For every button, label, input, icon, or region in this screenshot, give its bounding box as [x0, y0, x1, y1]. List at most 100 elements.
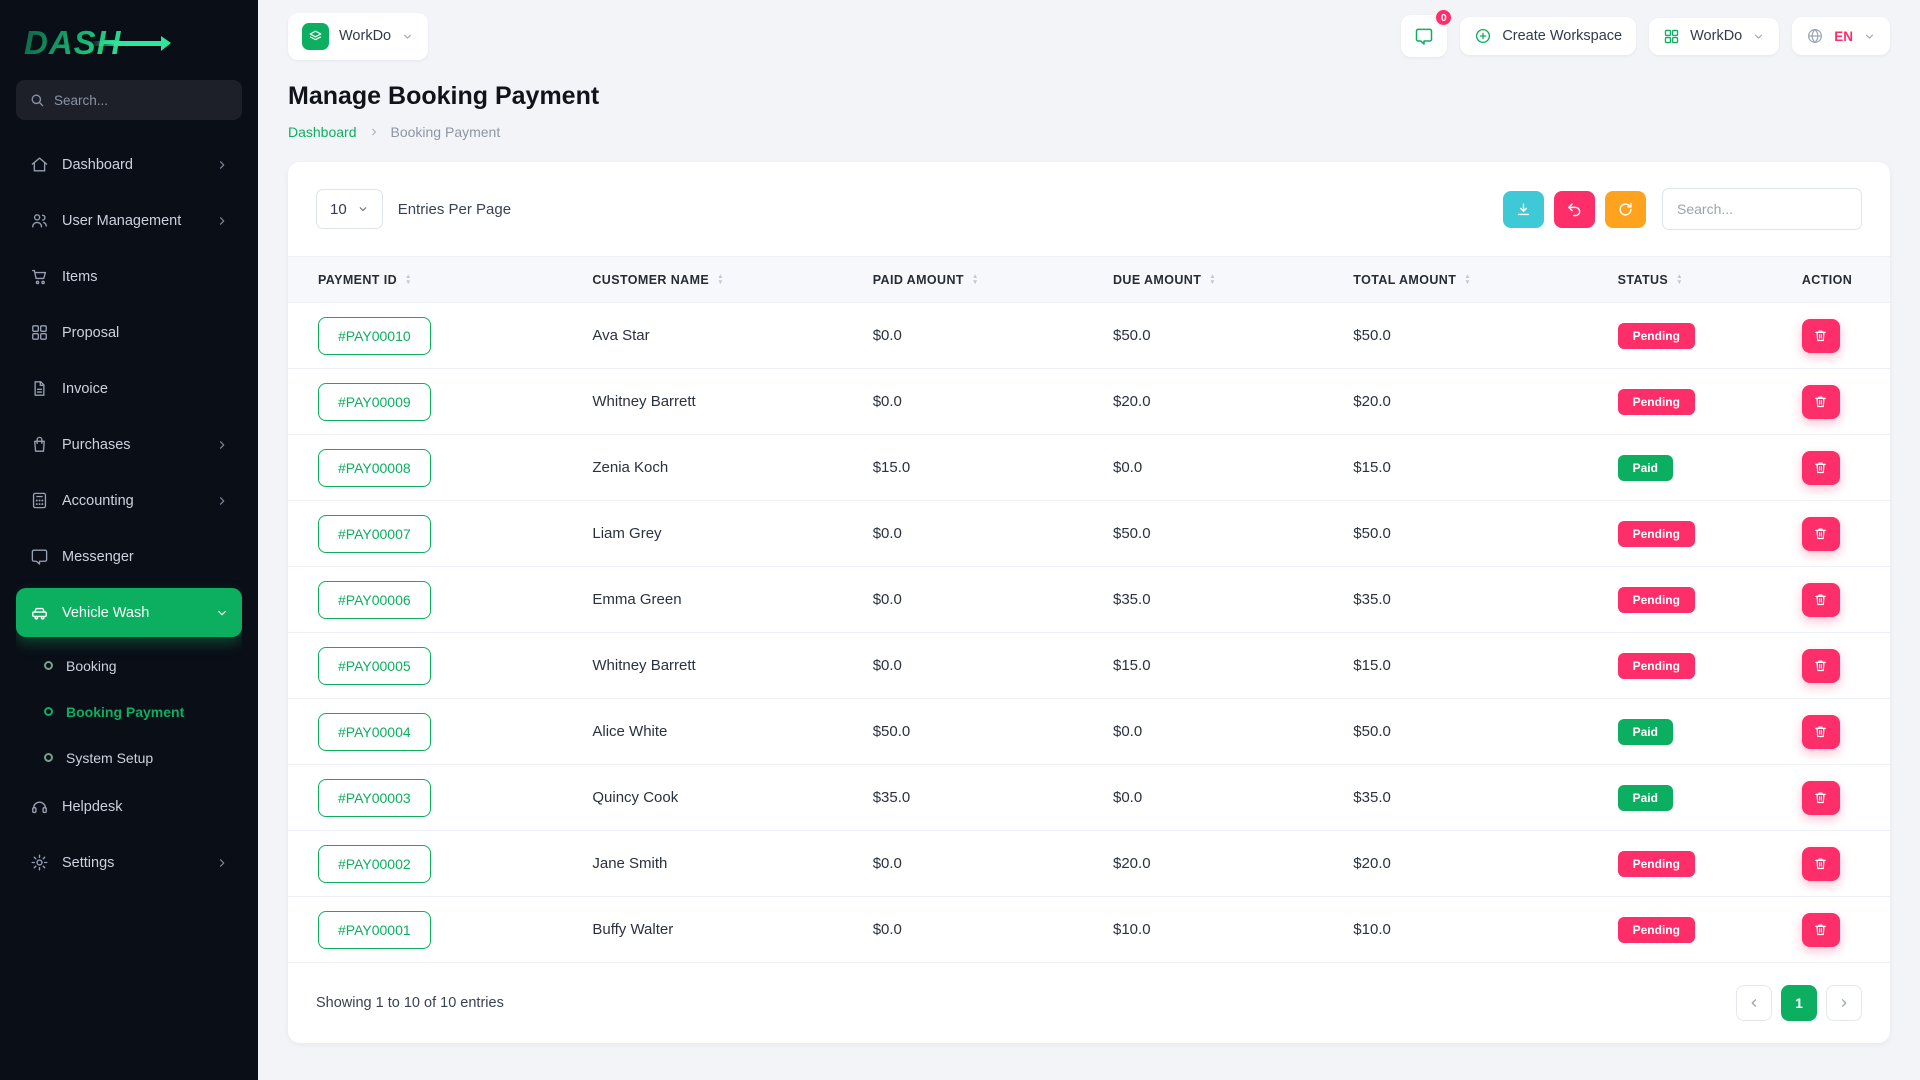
chat-icon — [29, 547, 49, 566]
total-amount-cell: $50.0 — [1337, 699, 1601, 765]
column-header-status[interactable]: STATUS▲▼ — [1602, 257, 1786, 303]
delete-button[interactable] — [1802, 451, 1840, 485]
bullet-icon — [44, 753, 53, 762]
sidebar-item-items[interactable]: Items — [16, 252, 242, 301]
payment-id-chip[interactable]: #PAY00003 — [318, 779, 431, 817]
sidebar-item-label: User Management — [62, 213, 181, 229]
chevron-right-icon — [215, 214, 229, 228]
column-header-total-amount[interactable]: TOTAL AMOUNT▲▼ — [1337, 257, 1601, 303]
delete-button[interactable] — [1802, 715, 1840, 749]
page-number-button[interactable]: 1 — [1781, 985, 1817, 1021]
table-row: #PAY00008 Zenia Koch $15.0 $0.0 $15.0 Pa… — [288, 435, 1890, 501]
column-label: PAYMENT ID — [318, 273, 397, 287]
message-count-badge: 0 — [1434, 8, 1453, 27]
table-row: #PAY00005 Whitney Barrett $0.0 $15.0 $15… — [288, 633, 1890, 699]
sidebar-item-dashboard[interactable]: Dashboard — [16, 140, 242, 189]
delete-button[interactable] — [1802, 385, 1840, 419]
delete-button[interactable] — [1802, 649, 1840, 683]
delete-button[interactable] — [1802, 583, 1840, 617]
chevron-right-icon — [215, 494, 229, 508]
grid-icon — [1663, 28, 1680, 45]
column-header-payment-id[interactable]: PAYMENT ID▲▼ — [288, 257, 576, 303]
delete-button[interactable] — [1802, 517, 1840, 551]
payment-id-chip[interactable]: #PAY00010 — [318, 317, 431, 355]
status-badge: Pending — [1618, 389, 1695, 415]
sidebar-item-label: Helpdesk — [62, 799, 122, 815]
sidebar-item-label: Invoice — [62, 381, 108, 397]
column-header-due-amount[interactable]: DUE AMOUNT▲▼ — [1097, 257, 1337, 303]
table-search-input[interactable] — [1662, 188, 1862, 230]
sidebar-item-label: Settings — [62, 855, 114, 871]
sidebar-subitem-booking[interactable]: Booking — [16, 644, 242, 687]
entries-per-page-label: Entries Per Page — [398, 201, 511, 218]
create-workspace-button[interactable]: Create Workspace — [1460, 17, 1636, 55]
previous-page-button[interactable] — [1736, 985, 1772, 1021]
trash-icon — [1813, 922, 1828, 937]
next-page-button[interactable] — [1826, 985, 1862, 1021]
payment-id-chip[interactable]: #PAY00007 — [318, 515, 431, 553]
customer-name-cell: Liam Grey — [576, 501, 856, 567]
sidebar-item-settings[interactable]: Settings — [16, 838, 242, 887]
sidebar-subitem-label: Booking Payment — [66, 704, 184, 720]
sidebar-subitem-system-setup[interactable]: System Setup — [16, 736, 242, 779]
workspace-switcher[interactable]: WorkDo — [288, 13, 428, 60]
payment-id-chip[interactable]: #PAY00001 — [318, 911, 431, 949]
sidebar-item-label: Vehicle Wash — [62, 605, 149, 621]
brand-logo[interactable]: DASH — [16, 20, 242, 66]
paid-amount-cell: $0.0 — [857, 303, 1097, 369]
cart-icon — [29, 267, 49, 286]
breadcrumb-current: Booking Payment — [391, 124, 501, 140]
payment-id-chip[interactable]: #PAY00005 — [318, 647, 431, 685]
column-header-paid-amount[interactable]: PAID AMOUNT▲▼ — [857, 257, 1097, 303]
total-amount-cell: $35.0 — [1337, 567, 1601, 633]
due-amount-cell: $0.0 — [1097, 699, 1337, 765]
sidebar-item-helpdesk[interactable]: Helpdesk — [16, 782, 242, 831]
sidebar-subitem-label: System Setup — [66, 750, 153, 766]
sidebar-item-label: Messenger — [62, 549, 134, 565]
payment-id-chip[interactable]: #PAY00009 — [318, 383, 431, 421]
status-badge: Pending — [1618, 653, 1695, 679]
sidebar-item-label: Items — [62, 269, 97, 285]
payment-id-chip[interactable]: #PAY00002 — [318, 845, 431, 883]
sidebar-search[interactable] — [16, 80, 242, 120]
table-row: #PAY00003 Quincy Cook $35.0 $0.0 $35.0 P… — [288, 765, 1890, 831]
sidebar-item-vehicle-wash[interactable]: Vehicle Wash — [16, 588, 242, 637]
sidebar-item-purchases[interactable]: Purchases — [16, 420, 242, 469]
status-badge: Paid — [1618, 785, 1673, 811]
refresh-icon — [1617, 201, 1634, 218]
sidebar-subitem-booking-payment[interactable]: Booking Payment — [16, 690, 242, 733]
trash-icon — [1813, 724, 1828, 739]
document-icon — [29, 379, 49, 398]
status-badge: Paid — [1618, 719, 1673, 745]
language-selector[interactable]: EN — [1792, 17, 1890, 55]
payment-id-chip[interactable]: #PAY00004 — [318, 713, 431, 751]
export-button[interactable] — [1503, 191, 1544, 228]
delete-button[interactable] — [1802, 319, 1840, 353]
reset-button[interactable] — [1554, 191, 1595, 228]
paid-amount-cell: $35.0 — [857, 765, 1097, 831]
column-header-customer-name[interactable]: CUSTOMER NAME▲▼ — [576, 257, 856, 303]
delete-button[interactable] — [1802, 913, 1840, 947]
total-amount-cell: $35.0 — [1337, 765, 1601, 831]
messages-button[interactable]: 0 — [1401, 15, 1447, 57]
sidebar-item-accounting[interactable]: Accounting — [16, 476, 242, 525]
trash-icon — [1813, 328, 1828, 343]
column-label: STATUS — [1618, 273, 1669, 287]
breadcrumb-dashboard-link[interactable]: Dashboard — [288, 124, 357, 140]
refresh-button[interactable] — [1605, 191, 1646, 228]
gear-icon — [29, 853, 49, 872]
sidebar-search-input[interactable] — [54, 93, 229, 108]
sidebar-item-messenger[interactable]: Messenger — [16, 532, 242, 581]
sidebar-item-user-management[interactable]: User Management — [16, 196, 242, 245]
payment-id-chip[interactable]: #PAY00006 — [318, 581, 431, 619]
delete-button[interactable] — [1802, 781, 1840, 815]
delete-button[interactable] — [1802, 847, 1840, 881]
due-amount-cell: $0.0 — [1097, 435, 1337, 501]
sidebar-item-invoice[interactable]: Invoice — [16, 364, 242, 413]
pagination: 1 — [1736, 985, 1862, 1021]
workdo-dropdown[interactable]: WorkDo — [1649, 18, 1779, 55]
entries-per-page-select[interactable]: 10 — [316, 189, 383, 229]
sidebar-item-proposal[interactable]: Proposal — [16, 308, 242, 357]
payment-id-chip[interactable]: #PAY00008 — [318, 449, 431, 487]
table-footer: Showing 1 to 10 of 10 entries 1 — [288, 963, 1890, 1021]
